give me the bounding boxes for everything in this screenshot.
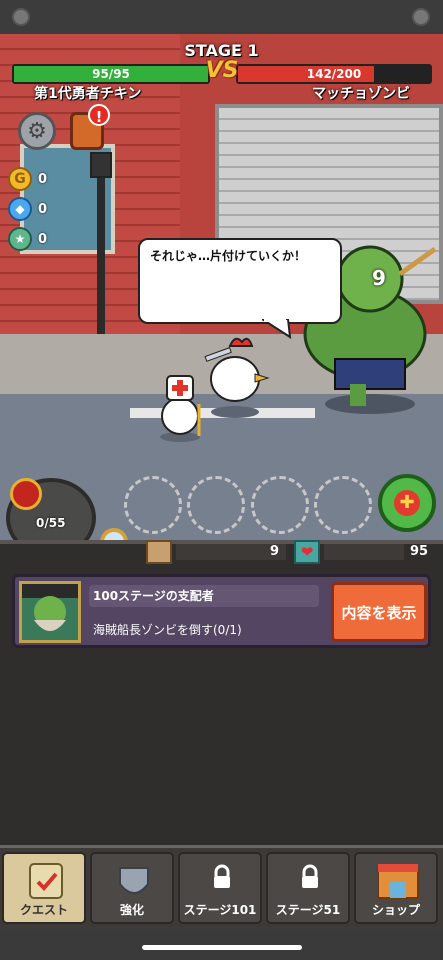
heal-potion-icon: ✚ [394, 490, 420, 516]
street-lamp [97, 164, 105, 344]
lamp-head-icon [90, 152, 112, 178]
speech-text: それじゃ…片付けていくか！ [150, 249, 307, 263]
scroll-icon [29, 863, 63, 899]
medal-value: 0 [38, 231, 48, 247]
tab-stage51[interactable]: ステージ51 [266, 852, 350, 924]
diamond-value: 0 [38, 201, 48, 217]
tab-upgrade-label: 強化 [119, 903, 144, 917]
medal-icon: ★ [8, 227, 32, 251]
shop-icon [377, 864, 419, 899]
tab-stage101-label: ステージ101 [183, 903, 257, 917]
cleric-chicken-sprite[interactable] [155, 374, 210, 444]
player-hp-bar: 95/95 [12, 64, 210, 84]
heal-potion-button[interactable]: ✚ [378, 474, 436, 532]
tab-shop-label: ショップ [371, 903, 420, 917]
attack-value: 9 [270, 544, 280, 559]
notification-alert-icon: ! [88, 104, 110, 126]
heart-icon: ❤ [294, 540, 320, 564]
ruby-gem-icon [10, 478, 42, 510]
player-hp-text: 95/95 [92, 67, 130, 81]
lock-icon [214, 864, 230, 888]
pirate-zombie-avatar [19, 581, 81, 643]
zombie-portrait-icon [22, 584, 78, 631]
quest-description: 海賊船長ゾンビを倒す(0/1) [93, 623, 242, 637]
view-details-button[interactable]: 内容を表示 [331, 582, 427, 642]
enemy-hp-text: 142/200 [306, 67, 362, 81]
home-indicator[interactable] [142, 945, 302, 950]
speech-bubble: それじゃ…片付けていくか！ [138, 238, 342, 324]
armor-icon [119, 867, 149, 894]
diamond-counter: ◆ 0 [8, 196, 68, 222]
tab-shop[interactable]: ショップ [354, 852, 438, 924]
tab-upgrade[interactable]: 強化 [90, 852, 174, 924]
top-frame [0, 0, 443, 37]
tab-quest-label: クエスト [19, 903, 68, 917]
player-name: 第1代勇者チキン [34, 86, 142, 102]
health-value: 95 [410, 544, 429, 559]
gold-coin-icon: G [8, 167, 32, 191]
orb-value: 0/55 [36, 516, 66, 530]
tab-stage101[interactable]: ステージ101 [178, 852, 262, 924]
quest-card[interactable]: 100ステージの支配者 海賊船長ゾンビを倒す(0/1) 内容を表示 [12, 574, 431, 648]
medal-counter: ★ 0 [8, 226, 68, 252]
gold-value: 0 [38, 171, 48, 187]
rivet-icon [412, 8, 430, 26]
empty-party-slot[interactable] [251, 476, 309, 534]
hero-chicken-sprite[interactable] [200, 334, 270, 419]
empty-party-slot[interactable] [187, 476, 245, 534]
enemy-name: マッチョゾンビ [312, 86, 410, 102]
tab-quest[interactable]: クエスト [2, 852, 86, 924]
enemy-hp-bar: 142/200 [236, 64, 432, 84]
gold-counter: G 0 [8, 166, 68, 192]
vs-badge: VS [205, 58, 239, 83]
empty-party-slot[interactable] [124, 476, 182, 534]
lock-icon [302, 864, 318, 888]
damage-number: 9 [372, 266, 386, 290]
battle-scene: 9 それじゃ…片付けていくか！ [0, 34, 443, 540]
sword-icon [146, 540, 172, 564]
quest-title: 100ステージの支配者 [93, 589, 214, 603]
stats-row: 9 ❤ 95 [140, 538, 430, 566]
gear-icon[interactable]: ⚙ [18, 112, 56, 150]
tab-stage51-label: ステージ51 [275, 903, 341, 917]
empty-party-slot[interactable] [314, 476, 372, 534]
rivet-icon [12, 8, 30, 26]
health-bar [324, 544, 404, 560]
diamond-icon: ◆ [8, 197, 32, 221]
speech-tail-icon [262, 319, 292, 339]
